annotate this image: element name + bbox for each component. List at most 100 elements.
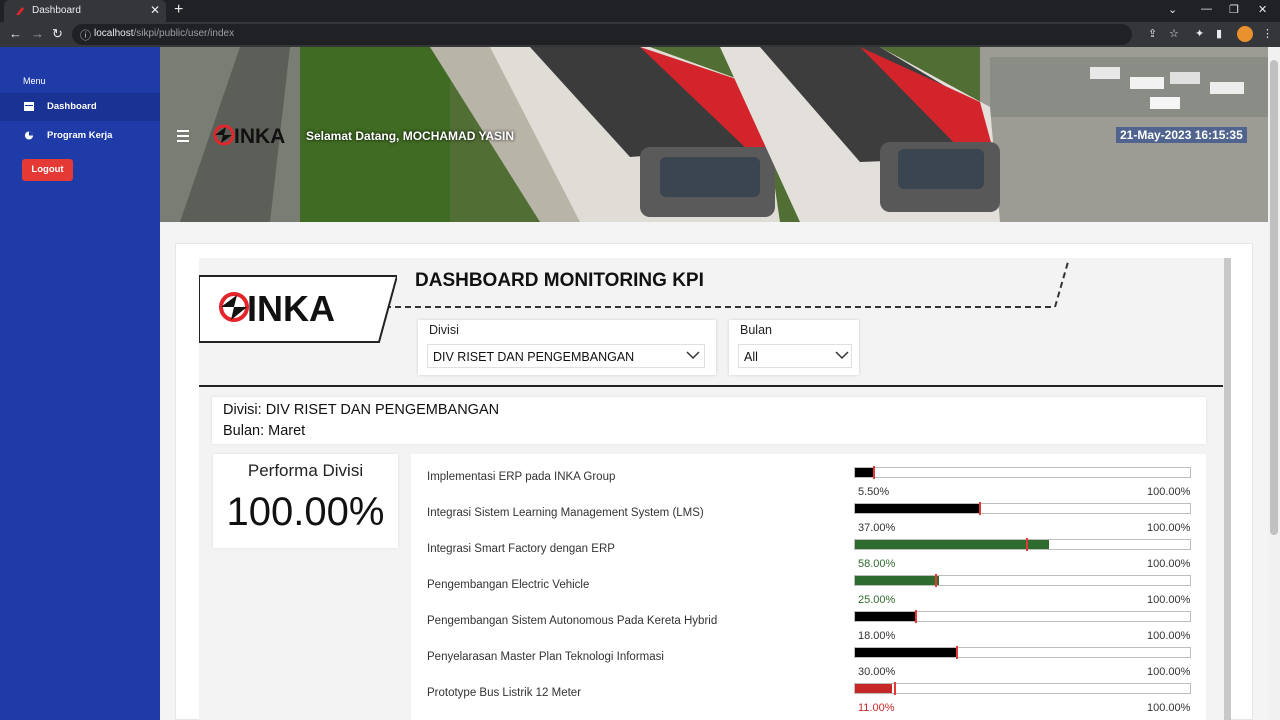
tab-close-icon[interactable]: ✕ [150, 3, 160, 17]
kpi-target-marker [893, 682, 896, 695]
hamburger-menu-icon[interactable] [177, 130, 189, 145]
reload-icon[interactable]: ↻ [52, 26, 63, 42]
datetime-display: 21-May-2023 16:15:35 [1116, 127, 1247, 143]
kpi-progress-fill [855, 684, 892, 693]
kpi-max: 100.00% [1147, 522, 1191, 534]
browser-menu-icon[interactable]: ⋮ [1262, 27, 1273, 40]
kpi-progress-bar [854, 466, 1191, 479]
report-inka-logo: INKA [199, 275, 397, 343]
svg-text:INKA: INKA [247, 288, 335, 329]
divisi-filter-label: Divisi [429, 323, 459, 337]
address-bar[interactable]: ⓘ localhost/sikpi/public/user/index [72, 24, 1132, 45]
filter-summary: Divisi: DIV RISET DAN PENGEMBANGAN Bulan… [212, 397, 1206, 444]
kpi-target-marker [978, 502, 981, 515]
kpi-name: Prototype Bus Listrik 12 Meter [427, 687, 582, 699]
report-divider [199, 385, 1223, 387]
pie-chart-icon [24, 131, 34, 140]
kpi-name: Integrasi Smart Factory dengan ERP [427, 543, 615, 555]
share-icon[interactable]: ⇪ [1148, 27, 1157, 40]
chevron-down-icon [835, 351, 849, 360]
forward-icon[interactable]: → [31, 26, 44, 41]
browser-tab-bar: Dashboard ✕ + ⌄ — ❐ ✕ [0, 0, 1280, 22]
divisi-select[interactable]: DIV RISET DAN PENGEMBANGAN [427, 344, 705, 368]
inka-logo: INKA [213, 124, 285, 148]
close-window-icon[interactable]: ✕ [1258, 3, 1267, 16]
tab-search-icon[interactable]: ⌄ [1168, 3, 1177, 16]
site-info-icon[interactable]: ⓘ [80, 27, 91, 43]
bulan-select-value: All [744, 350, 758, 364]
divisi-filter: Divisi DIV RISET DAN PENGEMBANGAN [418, 320, 716, 375]
kpi-value: 11.00% [858, 702, 895, 714]
kpi-progress-fill [855, 648, 956, 657]
minimize-icon[interactable]: — [1201, 3, 1212, 15]
inka-favicon-icon [16, 7, 24, 15]
kpi-name: Integrasi Sistem Learning Management Sys… [427, 507, 704, 519]
kpi-progress-fill [855, 576, 939, 585]
menu-heading: Menu [23, 76, 46, 86]
kpi-target-marker [915, 610, 918, 623]
scrollbar-thumb[interactable] [1270, 60, 1278, 535]
kpi-max: 100.00% [1147, 486, 1191, 498]
kpi-max: 100.00% [1147, 666, 1191, 678]
kpi-value: 18.00% [858, 630, 896, 642]
side-panel-icon[interactable]: ▮ [1216, 27, 1222, 40]
kpi-value: 5.50% [858, 486, 890, 498]
kpi-name: Penyelarasan Master Plan Teknologi Infor… [427, 651, 664, 663]
kpi-progress-fill [855, 540, 1050, 549]
kpi-target-marker [1025, 538, 1028, 551]
restore-icon[interactable]: ❐ [1229, 3, 1239, 16]
new-tab-icon[interactable]: + [174, 1, 183, 19]
kpi-progress-bar [854, 502, 1191, 515]
dashboard-icon [24, 102, 34, 111]
sidebar-item-dashboard[interactable]: Dashboard [0, 93, 160, 121]
address-toolbar: ← → ↻ ⓘ localhost/sikpi/public/user/inde… [0, 22, 1280, 47]
kpi-progress-bar [854, 682, 1191, 695]
bulan-select[interactable]: All [738, 344, 852, 368]
kpi-progress-bar [854, 574, 1191, 587]
kpi-name: Implementasi ERP pada INKA Group [427, 471, 616, 483]
tab-title: Dashboard [32, 5, 81, 16]
summary-bulan: Bulan: Maret [223, 423, 306, 439]
kpi-name: Pengembangan Electric Vehicle [427, 579, 590, 591]
report-scroll-shade [1224, 258, 1231, 720]
svg-text:INKA: INKA [234, 125, 285, 148]
kpi-progress-bar [854, 646, 1191, 659]
profile-avatar[interactable] [1237, 26, 1253, 42]
sidebar-item-label: Dashboard [47, 101, 97, 112]
performance-card: Performa Divisi 100.00% [213, 454, 398, 548]
url-text: localhost/sikpi/public/user/index [94, 28, 235, 39]
performance-title: Performa Divisi [247, 461, 364, 480]
kpi-max: 100.00% [1147, 558, 1191, 570]
sidebar-item-program-kerja[interactable]: Program Kerja [0, 122, 160, 150]
kpi-progress-fill [855, 468, 874, 477]
sidebar-item-label: Program Kerja [47, 130, 113, 141]
kpi-max: 100.00% [1147, 630, 1191, 642]
kpi-progress-fill [855, 504, 979, 513]
kpi-target-marker [955, 646, 958, 659]
kpi-max: 100.00% [1147, 594, 1191, 606]
kpi-progress-fill [855, 612, 916, 621]
kpi-value: 58.00% [858, 558, 896, 570]
kpi-max: 100.00% [1147, 702, 1191, 714]
chevron-down-icon [686, 351, 700, 360]
bulan-filter-label: Bulan [740, 323, 772, 337]
logout-button[interactable]: Logout [22, 159, 73, 181]
divisi-select-value: DIV RISET DAN PENGEMBANGAN [433, 350, 635, 364]
kpi-value: 37.00% [858, 522, 896, 534]
report-title: DASHBOARD MONITORING KPI [415, 270, 704, 291]
browser-tab[interactable]: Dashboard ✕ [4, 0, 166, 22]
sidebar: Menu Dashboard Program Kerja Logout [0, 47, 160, 720]
extensions-icon[interactable]: ✦ [1195, 27, 1204, 40]
kpi-progress-bar [854, 610, 1191, 623]
bulan-filter: Bulan All [729, 320, 859, 375]
kpi-progress-bar [854, 538, 1191, 551]
kpi-target-marker [873, 466, 876, 479]
performance-value: 100.00% [226, 490, 385, 534]
kpi-name: Pengembangan Sistem Autonomous Pada Kere… [427, 615, 718, 627]
kpi-value: 30.00% [858, 666, 896, 678]
back-icon[interactable]: ← [9, 26, 22, 41]
kpi-value: 25.00% [858, 594, 896, 606]
kpi-target-marker [935, 574, 938, 587]
bookmark-star-icon[interactable]: ☆ [1169, 27, 1179, 40]
summary-divisi: Divisi: DIV RISET DAN PENGEMBANGAN [223, 402, 500, 418]
